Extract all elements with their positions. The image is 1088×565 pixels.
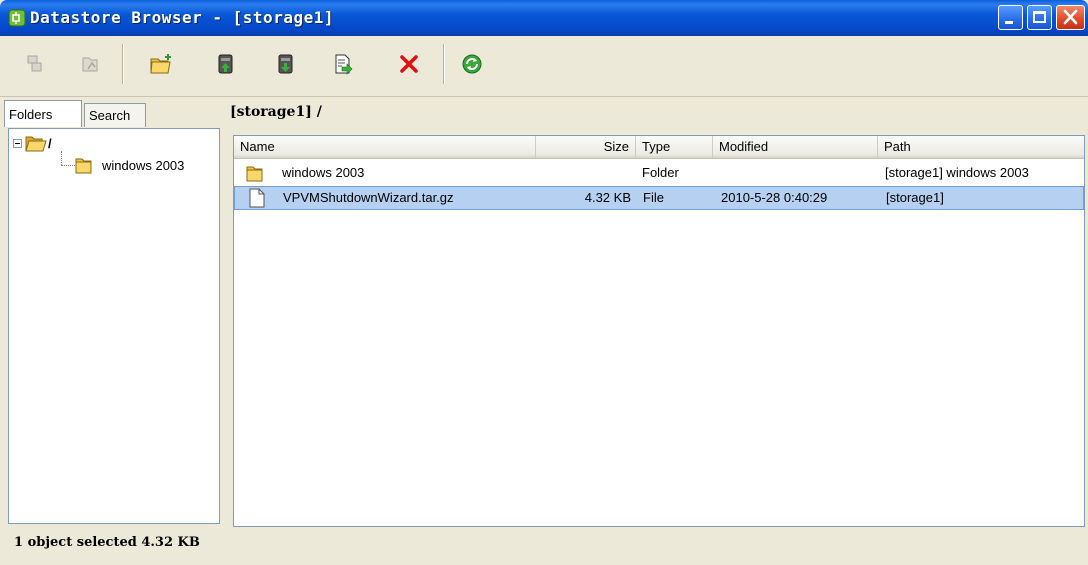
tree-connector [61, 165, 75, 167]
delete-icon [400, 55, 418, 73]
delete-button[interactable] [396, 50, 422, 78]
minus-icon [15, 142, 20, 144]
register-vm-icon [335, 54, 353, 75]
table-row[interactable]: VPVMShutdownWizard.tar.gz 4.32 KB File 2… [234, 186, 1084, 210]
status-bar: 1 object selected 4.32 KB [0, 527, 1088, 565]
cell-size: 4.32 KB [584, 190, 631, 205]
minimize-button[interactable] [998, 5, 1023, 30]
tab-folders[interactable]: Folders [4, 100, 82, 127]
column-modified[interactable]: Modified [713, 136, 878, 158]
datastore-icon [27, 55, 42, 72]
cell-size [536, 161, 630, 185]
tree-item-label: windows 2003 [102, 157, 185, 173]
column-size[interactable]: Size [536, 136, 636, 158]
column-type[interactable]: Type [636, 136, 713, 158]
cell-type: File [643, 190, 664, 205]
tree-item-windows-2003[interactable]: windows 2003 [75, 156, 184, 174]
cell-name: VPVMShutdownWizard.tar.gz [283, 190, 454, 205]
toolbar [0, 36, 1088, 97]
close-icon [1063, 9, 1078, 25]
new-folder-button[interactable] [148, 50, 174, 78]
title-bar: Datastore Browser - [storage1] [0, 0, 1088, 36]
current-path: [storage1] / [230, 104, 322, 120]
tab-search[interactable]: Search [84, 103, 146, 127]
pane-splitter[interactable] [226, 128, 229, 527]
minimize-icon [1005, 21, 1013, 24]
maximize-button[interactable] [1027, 5, 1052, 30]
column-header: Name Size Type Modified Path [234, 136, 1084, 159]
file-list: Name Size Type Modified Path windows 200… [233, 135, 1085, 527]
column-name[interactable]: Name [234, 136, 536, 158]
upload-icon [218, 54, 233, 74]
folder-tree: / windows 2003 [8, 128, 220, 524]
cell-name: windows 2003 [282, 165, 365, 180]
browse-up-button[interactable] [77, 50, 103, 78]
file-icon [249, 188, 265, 208]
download-button[interactable] [273, 50, 299, 78]
upload-button[interactable] [213, 50, 239, 78]
toolbar-separator [443, 44, 445, 84]
tab-search-label: Search [89, 108, 131, 123]
refresh-button[interactable] [459, 50, 485, 78]
cell-type: Folder [642, 165, 679, 180]
status-text: 1 object selected 4.32 KB [14, 535, 200, 550]
download-icon [278, 54, 293, 74]
tree-root-label: / [48, 135, 52, 151]
tree-root[interactable]: / [13, 133, 52, 153]
register-vm-button[interactable] [330, 50, 356, 78]
tree-connector [61, 151, 63, 165]
datastore-browser-icon [8, 9, 26, 27]
cell-path: [storage1] windows 2003 [885, 165, 1029, 180]
tab-folders-label: Folders [9, 107, 53, 122]
open-folder-icon [25, 136, 47, 152]
cell-modified: 2010-5-28 0:40:29 [721, 190, 828, 205]
new-folder-icon [150, 54, 171, 74]
datastore-button[interactable] [22, 50, 48, 78]
table-row[interactable]: windows 2003 Folder [storage1] windows 2… [234, 161, 1084, 185]
folder-icon [75, 158, 92, 174]
column-path[interactable]: Path [878, 136, 1084, 158]
cell-path: [storage1] [886, 190, 944, 205]
close-button[interactable] [1056, 5, 1085, 30]
collapse-toggle[interactable] [13, 138, 22, 148]
browse-up-icon [82, 57, 98, 72]
toolbar-separator [122, 44, 124, 84]
window-title: Datastore Browser - [storage1] [30, 8, 334, 27]
maximize-icon [1033, 11, 1046, 23]
folder-icon [246, 166, 263, 182]
refresh-icon [462, 54, 482, 74]
